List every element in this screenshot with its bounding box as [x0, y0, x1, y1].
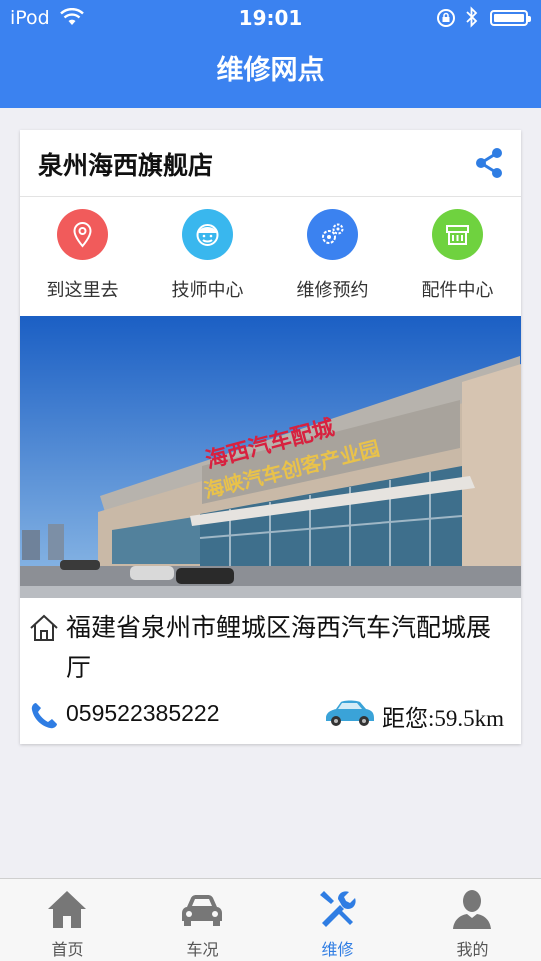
store-name: 泉州海西旗舰店	[38, 151, 214, 180]
tab-profile[interactable]: 我的	[405, 879, 540, 961]
tab-vehicle-status[interactable]: 车况	[135, 879, 270, 961]
store-card: 泉州海西旗舰店 到这里去 技师中心 维修预约 配件中心 海西汽车配城 海峡汽车创…	[20, 130, 521, 744]
quick-actions: 到这里去 技师中心 维修预约 配件中心	[20, 197, 521, 315]
action-navigate[interactable]: 到这里去	[20, 197, 145, 315]
action-label: 技师中心	[171, 280, 244, 301]
store-card-header: 泉州海西旗舰店	[20, 130, 521, 197]
tab-label: 我的	[456, 940, 489, 959]
phone-icon[interactable]	[28, 700, 60, 732]
distance-label: 距您:59.5km	[382, 706, 505, 731]
action-label: 维修预约	[296, 280, 369, 301]
action-repair-booking[interactable]: 维修预约	[270, 197, 395, 315]
tab-label: 首页	[51, 940, 84, 959]
contact-row: 059522385222 距您:59.5km	[20, 696, 521, 740]
gears-icon	[307, 209, 358, 260]
nav-bar: 维修网点	[0, 36, 541, 108]
action-label: 到这里去	[46, 280, 119, 301]
tab-label: 维修	[321, 940, 354, 959]
action-label: 配件中心	[421, 280, 494, 301]
car-icon	[326, 700, 374, 726]
tools-icon	[320, 891, 356, 927]
page-title: 维修网点	[216, 55, 325, 86]
action-parts-center[interactable]: 配件中心	[395, 197, 520, 315]
home-outline-icon	[30, 614, 58, 641]
store-phone[interactable]: 059522385222	[66, 700, 220, 727]
tab-home[interactable]: 首页	[0, 879, 135, 961]
store-address: 福建省泉州市鲤城区海西汽车汽配城展厅	[66, 613, 492, 682]
battery-icon	[490, 10, 531, 26]
rotation-lock-icon	[437, 9, 455, 27]
store-photo: 海西汽车配城 海峡汽车创客产业园	[20, 316, 521, 598]
car-icon	[182, 895, 222, 926]
home-icon	[48, 891, 86, 928]
technician-icon	[182, 209, 233, 260]
bluetooth-icon	[466, 6, 478, 28]
address-row: 福建省泉州市鲤城区海西汽车汽配城展厅	[20, 606, 521, 696]
clock: 19:01	[238, 6, 303, 30]
person-icon	[453, 890, 491, 929]
location-pin-icon	[57, 209, 108, 260]
parts-store-icon	[432, 209, 483, 260]
action-technician-center[interactable]: 技师中心	[145, 197, 270, 315]
tab-bar: 首页 车况 维修 我的	[0, 878, 541, 961]
status-bar: iPod 19:01	[0, 0, 541, 36]
tab-label: 车况	[186, 940, 219, 959]
tab-repair[interactable]: 维修	[270, 879, 405, 961]
share-icon[interactable]	[472, 146, 506, 180]
